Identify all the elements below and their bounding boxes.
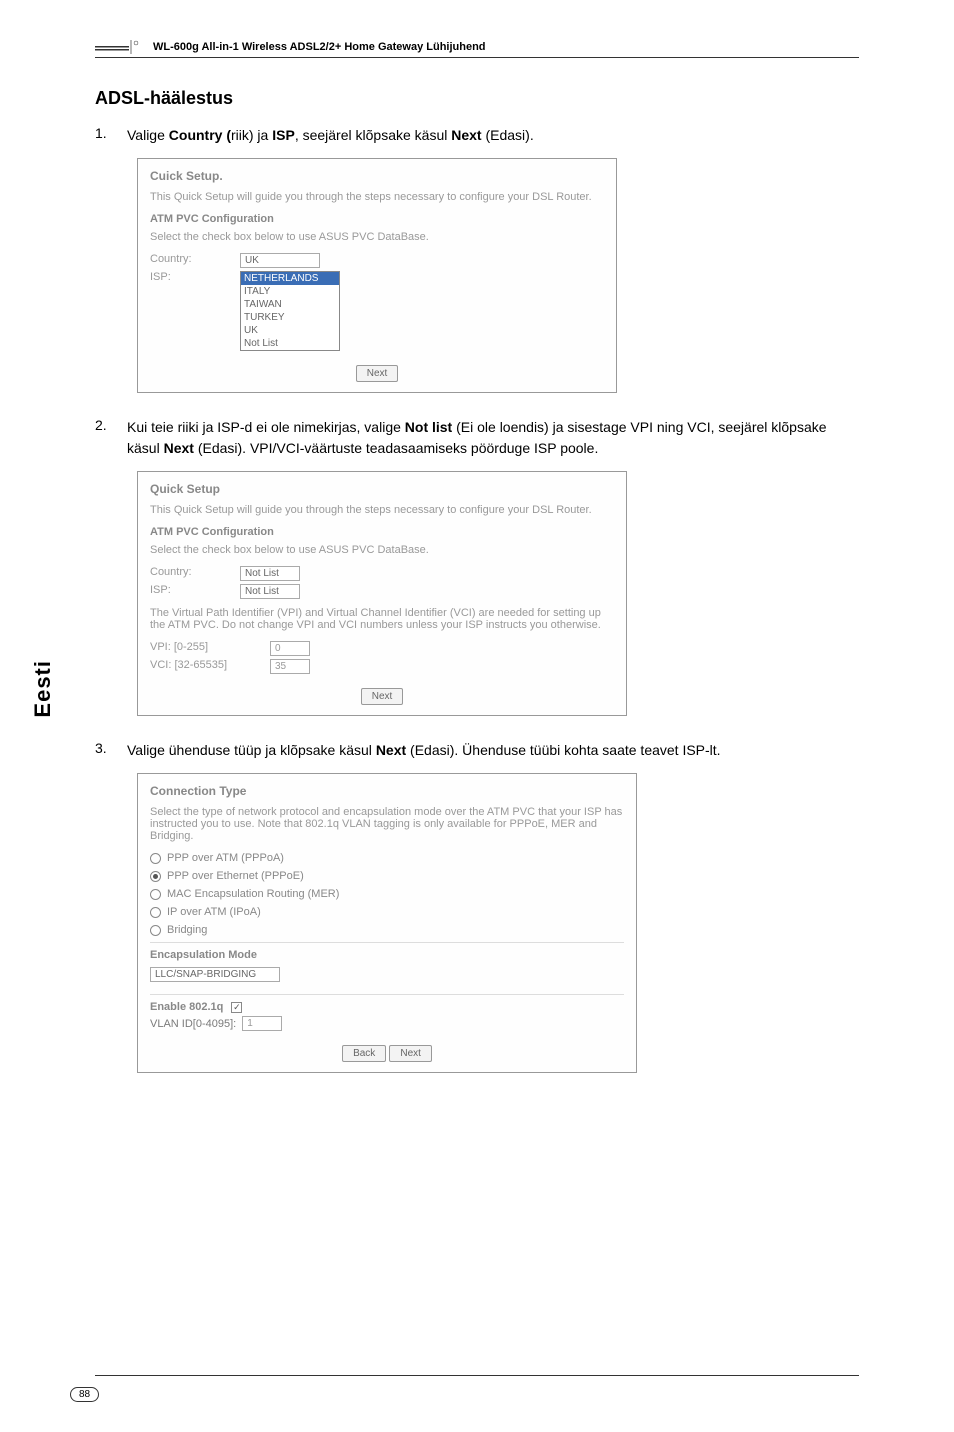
ss3-vlan-label: VLAN ID[0-4095]:	[150, 1018, 236, 1030]
ss2-vpi-desc: The Virtual Path Identifier (VPI) and Vi…	[150, 607, 614, 631]
brand-icon	[95, 40, 145, 54]
t: ISP	[272, 127, 295, 143]
ss3-back-button[interactable]: Back	[342, 1045, 386, 1062]
screenshot-connection-type: Connection Type Select the type of netwo…	[137, 773, 637, 1073]
footer: 88	[70, 1384, 99, 1402]
step-2: 2. Kui teie riiki ja ISP-d ei ole nimeki…	[95, 417, 859, 459]
ss1-opt-netherlands[interactable]: NETHERLANDS	[241, 272, 339, 285]
ss3-title: Connection Type	[150, 784, 624, 798]
screenshot-quick-setup-1: Cuick Setup. This Quick Setup will guide…	[137, 158, 617, 393]
ss3-enc-select[interactable]: LLC/SNAP-BRIDGING	[150, 967, 280, 982]
step-1-text: Valige Country (riik) ja ISP, seejärel k…	[127, 125, 859, 146]
ss3-enable-label: Enable 802.1q	[150, 1001, 223, 1013]
label: PPP over ATM (PPPoA)	[167, 852, 284, 864]
ss1-isp-listbox[interactable]: NETHERLANDS ITALY TAIWAN TURKEY UK Not L…	[240, 271, 340, 351]
ss2-isp-select[interactable]: Not List	[240, 584, 300, 599]
t: (Edasi).	[482, 127, 534, 143]
ss3-radio-pppoa[interactable]: PPP over ATM (PPPoA)	[150, 852, 624, 864]
t: , seejärel klõpsake käsul	[295, 127, 451, 143]
ss2-next-button[interactable]: Next	[361, 688, 404, 705]
ss3-enable-checkbox[interactable]: ✓	[231, 1002, 242, 1013]
section-title: ADSL-häälestus	[95, 88, 859, 109]
ss1-next-button[interactable]: Next	[356, 365, 399, 382]
t: Next	[376, 742, 406, 758]
t: Kui teie riiki ja ISP-d ei ole nimekirja…	[127, 419, 405, 435]
radio-icon	[150, 889, 161, 900]
ss3-radio-pppoe[interactable]: PPP over Ethernet (PPPoE)	[150, 870, 624, 882]
label: IP over ATM (IPoA)	[167, 906, 261, 918]
ss3-desc: Select the type of network protocol and …	[150, 806, 624, 842]
t: (Edasi). Ühenduse tüübi kohta saate teav…	[406, 742, 720, 758]
ss2-vpi-input[interactable]: 0	[270, 641, 310, 656]
ss1-opt-taiwan[interactable]: TAIWAN	[241, 298, 339, 311]
t: Valige ühenduse tüüp ja klõpsake käsul	[127, 742, 376, 758]
header-product-text: WL-600g All-in-1 Wireless ADSL2/2+ Home …	[153, 41, 486, 53]
ss2-vci-input[interactable]: 35	[270, 659, 310, 674]
ss1-title: Cuick Setup.	[150, 169, 604, 183]
step-3-number: 3.	[95, 740, 113, 761]
ss1-opt-italy[interactable]: ITALY	[241, 285, 339, 298]
ss1-desc: This Quick Setup will guide you through …	[150, 191, 604, 203]
ss2-vpi-label: VPI: [0-255]	[150, 641, 240, 653]
ss1-isp-label: ISP:	[150, 271, 210, 283]
radio-icon	[150, 925, 161, 936]
ss2-isp-label: ISP:	[150, 584, 210, 596]
page-header: WL-600g All-in-1 Wireless ADSL2/2+ Home …	[95, 40, 859, 58]
t: Not list	[405, 419, 452, 435]
ss1-country-select[interactable]: UK	[240, 253, 320, 268]
radio-icon	[150, 907, 161, 918]
ss2-subtitle: ATM PVC Configuration	[150, 526, 614, 538]
side-language-tab: Eesti	[30, 660, 56, 718]
label: PPP over Ethernet (PPPoE)	[167, 870, 304, 882]
t: Next	[164, 440, 194, 456]
ss2-desc: This Quick Setup will guide you through …	[150, 504, 614, 516]
t: riik) ja	[231, 127, 272, 143]
t: (Edasi). VPI/VCI-väärtuste teadasaamisek…	[194, 440, 598, 456]
step-2-number: 2.	[95, 417, 113, 459]
ss3-enc-title: Encapsulation Mode	[150, 949, 624, 961]
t: Next	[451, 127, 481, 143]
ss3-radio-mer[interactable]: MAC Encapsulation Routing (MER)	[150, 888, 624, 900]
ss2-vci-label: VCI: [32-65535]	[150, 659, 240, 671]
ss1-country-label: Country:	[150, 253, 210, 265]
ss2-country-label: Country:	[150, 566, 210, 578]
ss1-subtitle: ATM PVC Configuration	[150, 213, 604, 225]
step-1-number: 1.	[95, 125, 113, 146]
ss1-opt-uk[interactable]: UK	[241, 324, 339, 337]
ss3-vlan-input[interactable]: 1	[242, 1016, 282, 1031]
ss2-country-select[interactable]: Not List	[240, 566, 300, 581]
step-3-text: Valige ühenduse tüüp ja klõpsake käsul N…	[127, 740, 859, 761]
footer-divider	[95, 1375, 859, 1376]
ss3-radio-ipoa[interactable]: IP over ATM (IPoA)	[150, 906, 624, 918]
screenshot-quick-setup-2: Quick Setup This Quick Setup will guide …	[137, 471, 627, 716]
step-3: 3. Valige ühenduse tüüp ja klõpsake käsu…	[95, 740, 859, 761]
t: Country (	[169, 127, 231, 143]
ss3-radio-bridging[interactable]: Bridging	[150, 924, 624, 936]
t: Valige	[127, 127, 169, 143]
page-number: 88	[70, 1387, 99, 1402]
step-1: 1. Valige Country (riik) ja ISP, seejäre…	[95, 125, 859, 146]
ss3-next-button[interactable]: Next	[389, 1045, 432, 1062]
label: Bridging	[167, 924, 207, 936]
ss2-note: Select the check box below to use ASUS P…	[150, 544, 614, 556]
radio-icon	[150, 853, 161, 864]
radio-icon	[150, 871, 161, 882]
ss1-opt-turkey[interactable]: TURKEY	[241, 311, 339, 324]
step-2-text: Kui teie riiki ja ISP-d ei ole nimekirja…	[127, 417, 859, 459]
ss1-opt-notlist[interactable]: Not List	[241, 337, 339, 350]
ss1-note: Select the check box below to use ASUS P…	[150, 231, 604, 243]
label: MAC Encapsulation Routing (MER)	[167, 888, 339, 900]
ss2-title: Quick Setup	[150, 482, 614, 496]
